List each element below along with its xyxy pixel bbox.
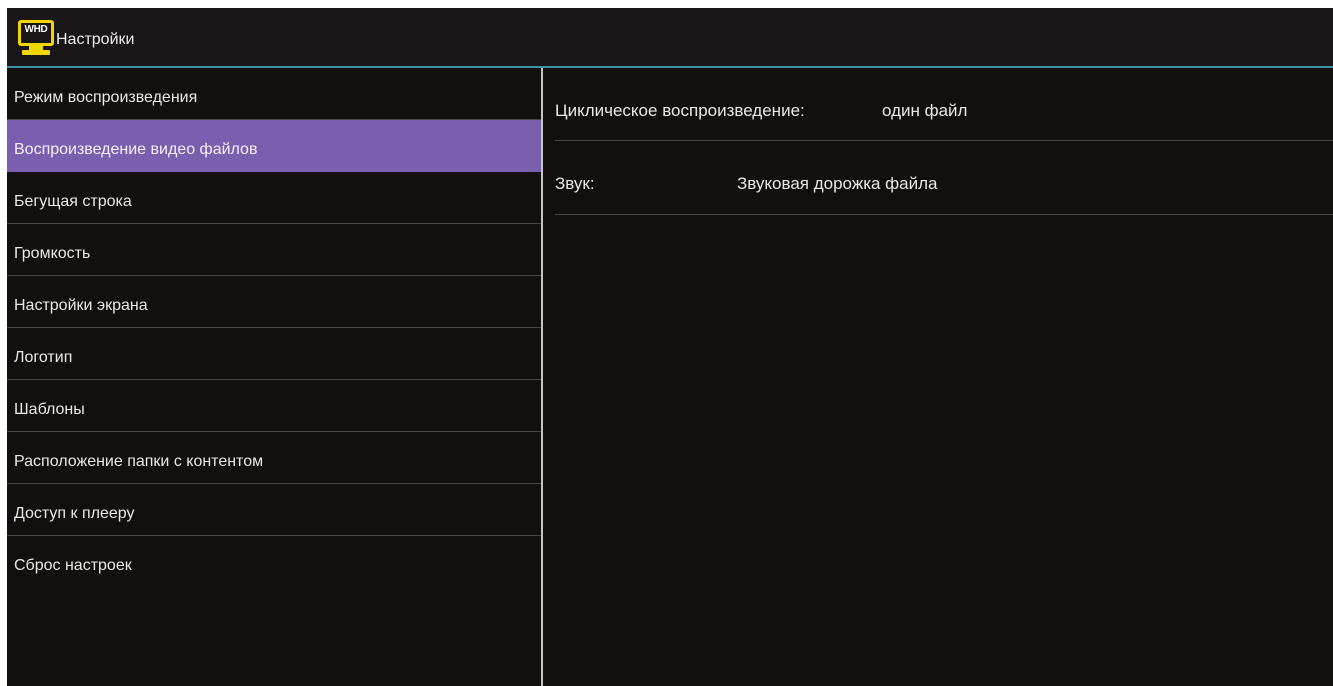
settings-menu: Режим воспроизведения Воспроизведение ви… <box>7 68 543 686</box>
setting-value: один файл <box>882 101 968 120</box>
menu-item-label: Бегущая строка <box>14 193 132 210</box>
title-bar: WHD Настройки <box>7 8 1333 68</box>
menu-item-logo[interactable]: Логотип <box>7 328 541 380</box>
menu-item-volume[interactable]: Громкость <box>7 224 541 276</box>
menu-item-label: Воспроизведение видео файлов <box>14 141 258 158</box>
logo-base <box>22 50 50 55</box>
menu-item-playback-mode[interactable]: Режим воспроизведения <box>7 68 541 120</box>
menu-item-label: Режим воспроизведения <box>14 89 198 106</box>
setting-row-loop-playback[interactable]: Циклическое воспроизведение: один файл <box>555 68 1333 141</box>
page-title: Настройки <box>56 31 135 48</box>
settings-screen: WHD Настройки Режим воспроизведения Восп… <box>7 8 1333 686</box>
menu-item-ticker[interactable]: Бегущая строка <box>7 172 541 224</box>
setting-value: Звуковая дорожка файла <box>737 174 938 193</box>
menu-item-label: Логотип <box>14 349 73 366</box>
settings-detail-panel: Циклическое воспроизведение: один файл З… <box>543 68 1333 686</box>
menu-item-reset-settings[interactable]: Сброс настроек <box>7 536 541 588</box>
menu-item-label: Доступ к плееру <box>14 505 135 522</box>
menu-item-label: Расположение папки с контентом <box>14 453 264 470</box>
menu-item-label: Сброс настроек <box>14 557 132 574</box>
logo-text: WHD <box>24 24 48 35</box>
menu-item-label: Громкость <box>14 245 91 262</box>
setting-label: Звук: <box>555 174 595 193</box>
menu-item-screen-settings[interactable]: Настройки экрана <box>7 276 541 328</box>
menu-item-content-folder[interactable]: Расположение папки с контентом <box>7 432 541 484</box>
menu-item-templates[interactable]: Шаблоны <box>7 380 541 432</box>
menu-item-video-playback[interactable]: Воспроизведение видео файлов <box>7 120 541 172</box>
menu-item-player-access[interactable]: Доступ к плееру <box>7 484 541 536</box>
setting-label: Циклическое воспроизведение: <box>555 101 805 120</box>
menu-item-label: Шаблоны <box>14 401 85 418</box>
setting-row-sound[interactable]: Звук: Звуковая дорожка файла <box>555 141 1333 215</box>
menu-item-label: Настройки экрана <box>14 297 148 314</box>
